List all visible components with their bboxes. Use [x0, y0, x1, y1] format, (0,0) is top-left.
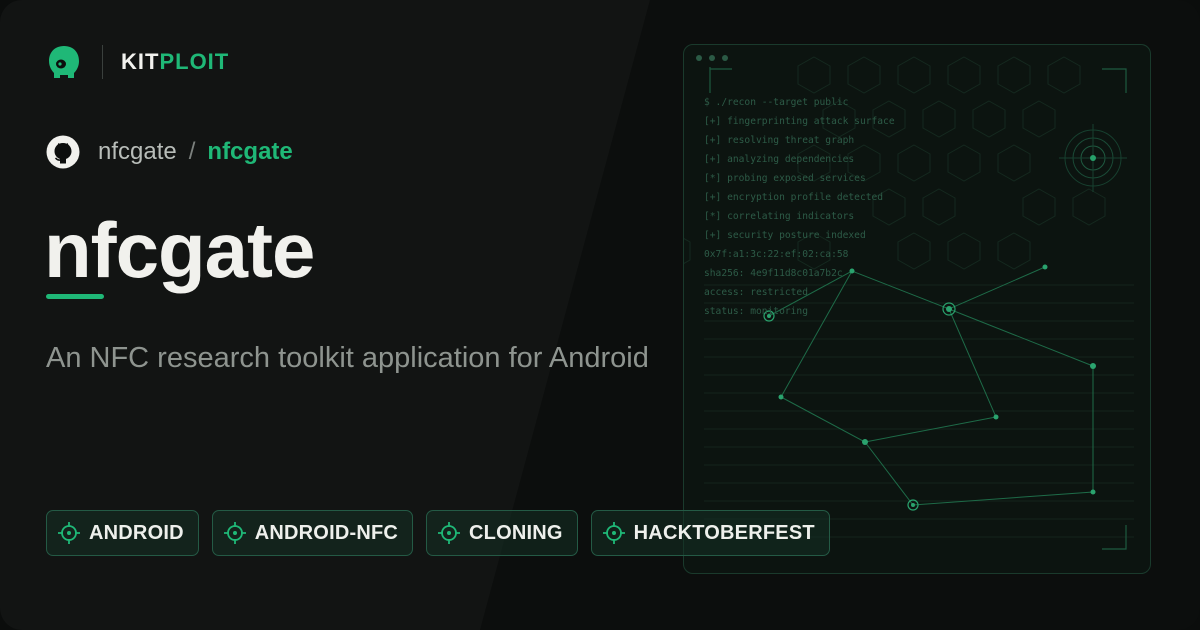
breadcrumb: nfcgate / nfcgate: [46, 134, 293, 170]
page-title: nfcgate: [44, 206, 315, 294]
tag-label: CLONING: [469, 521, 563, 544]
repo-description: An NFC research toolkit application for …: [46, 342, 649, 374]
terminal-line: status: monitoring: [704, 306, 808, 317]
terminal-text: $ ./recon --target public [+] fingerprin…: [704, 93, 895, 321]
tag-label: ANDROID: [89, 521, 184, 544]
kitploit-helmet-icon: [49, 46, 79, 78]
terminal-line: [+] fingerprinting attack surface: [704, 116, 895, 127]
terminal-line: [+] encryption profile detected: [704, 192, 884, 203]
brand-header: KITPLOIT: [46, 42, 229, 82]
terminal-line: [+] resolving threat graph: [704, 135, 855, 146]
brand-name: KITPLOIT: [121, 49, 229, 75]
terminal-line: [*] probing exposed services: [704, 173, 866, 184]
social-card: $ ./recon --target public [+] fingerprin…: [0, 0, 1200, 630]
brand-name-part2: PLOIT: [159, 49, 230, 74]
terminal-line: 0x7f:a1:3c:22:ef:02:ca:58: [704, 249, 849, 260]
tag-label: HACKTOBERFEST: [633, 521, 815, 544]
tag-label: ANDROID-NFC: [254, 521, 399, 544]
brand-name-part1: KIT: [121, 49, 160, 74]
terminal-line: $ ./recon --target public: [704, 97, 849, 108]
crosshair-icon: [223, 522, 246, 544]
terminal-line: sha256: 4e9f11d8c01a7b2c: [704, 268, 843, 279]
title-underline: [46, 294, 104, 299]
terminal-line: [*] correlating indicators: [704, 211, 855, 222]
tag-android-nfc[interactable]: ANDROID-NFC: [211, 510, 414, 556]
crosshair-icon: [602, 522, 625, 544]
repo-owner-link[interactable]: nfcgate: [98, 138, 177, 166]
breadcrumb-separator: /: [188, 138, 196, 165]
terminal-line: access: restricted: [704, 287, 808, 298]
terminal-panel: $ ./recon --target public [+] fingerprin…: [683, 44, 1151, 574]
tag-cloning[interactable]: CLONING: [426, 510, 578, 556]
repo-name-link[interactable]: nfcgate: [207, 138, 292, 166]
brand-divider: [102, 45, 103, 79]
crosshair-icon: [438, 522, 461, 544]
terminal-line: [+] security posture indexed: [704, 230, 866, 241]
terminal-line: [+] analyzing dependencies: [704, 154, 855, 165]
window-dots: [696, 55, 728, 61]
topic-tags: ANDROID ANDROID-NFC CLONING HACKTOBERFES…: [46, 510, 830, 556]
crosshair-icon: [58, 522, 80, 544]
tag-android[interactable]: ANDROID: [46, 510, 199, 556]
tag-hacktoberfest[interactable]: HACKTOBERFEST: [590, 510, 830, 556]
github-icon: [46, 135, 80, 169]
